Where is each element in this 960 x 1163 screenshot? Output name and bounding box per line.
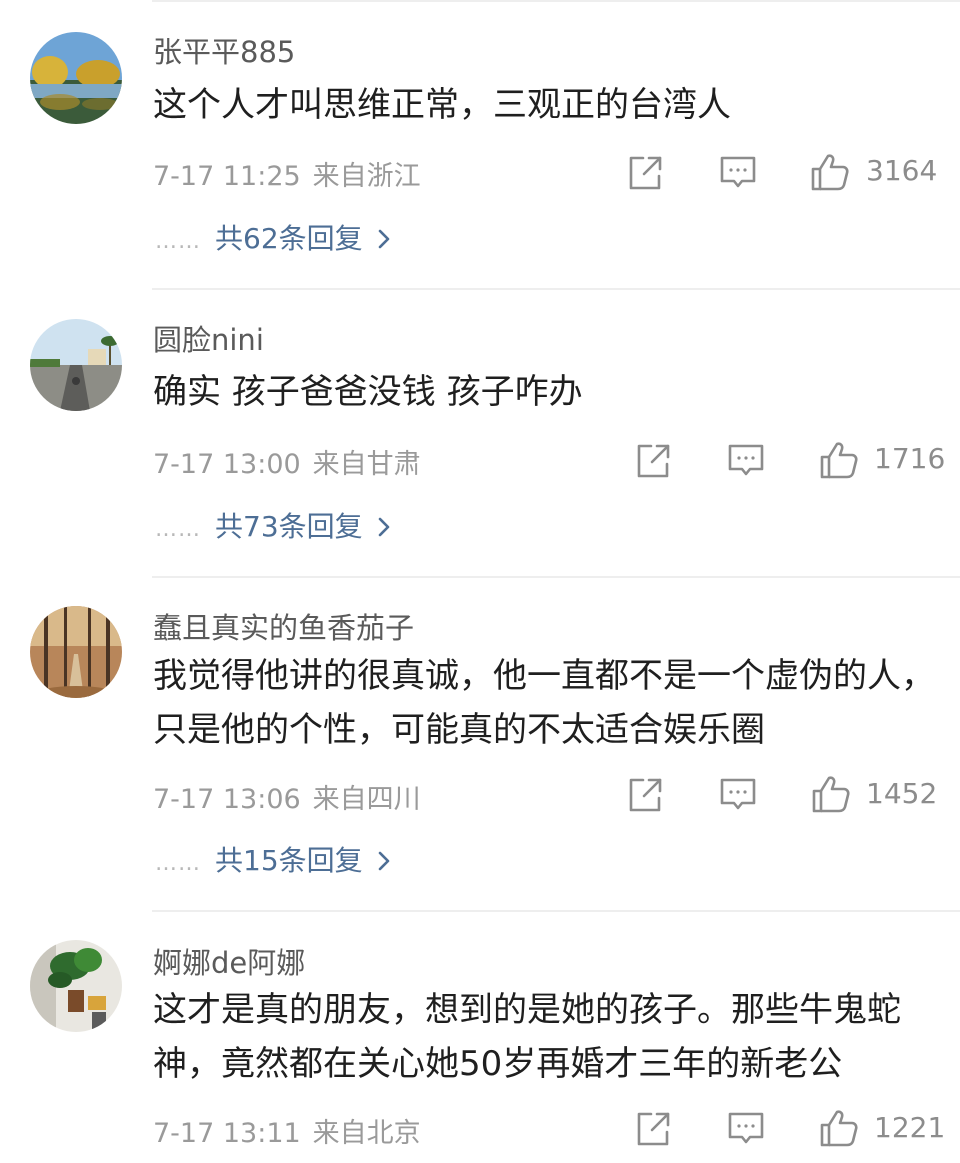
ellipsis: …… — [155, 229, 201, 254]
share-icon[interactable] — [625, 153, 665, 193]
username[interactable]: 蠢且真实的鱼香茄子 — [153, 605, 414, 647]
comment-meta: 7-17 13:11 来自北京 — [153, 1111, 421, 1150]
share-icon[interactable] — [633, 1109, 673, 1149]
replies-count-label: 共15条回复 — [215, 844, 363, 877]
comment-text: 这才是真的朋友，想到的是她的孩子。那些牛鬼蛇神，竟然都在关心她50岁再婚才三年的… — [153, 990, 901, 1084]
avatar[interactable] — [30, 319, 122, 411]
view-replies-link[interactable]: …… 共62条回复 — [155, 217, 391, 257]
username[interactable]: 圆脸nini — [153, 317, 264, 359]
like-count: 3164 — [866, 154, 938, 187]
avatar[interactable] — [30, 32, 122, 124]
comment-text: 我觉得他讲的很真诚，他一直都不是一个虚伪的人，只是他的个性，可能真的不太适合娱乐… — [153, 656, 935, 750]
comment-meta: 7-17 11:25 来自浙江 — [153, 154, 421, 193]
ellipsis: …… — [155, 517, 201, 542]
location: 来自北京 — [312, 1118, 421, 1149]
comment-item: 圆脸nini 确实 孩子爸爸没钱 孩子咋办 7-17 13:00 来自甘肃 171… — [0, 288, 960, 576]
ellipsis: …… — [155, 851, 201, 876]
thumbs-up-icon[interactable] — [819, 1108, 859, 1148]
comment-item: 张平平885 这个人才叫思维正常，三观正的台湾人 7-17 11:25 来自浙江 … — [0, 0, 960, 288]
comment-icon[interactable] — [726, 1109, 766, 1149]
thumbs-up-icon[interactable] — [810, 152, 850, 192]
timestamp: 7-17 11:25 — [153, 161, 301, 192]
avatar[interactable] — [30, 940, 122, 1032]
comment-icon[interactable] — [718, 775, 758, 815]
timestamp: 7-17 13:00 — [153, 449, 301, 480]
timestamp: 7-17 13:11 — [153, 1118, 301, 1149]
thumbs-up-icon[interactable] — [811, 774, 851, 814]
chevron-right-icon — [377, 846, 391, 879]
replies-count-label: 共73条回复 — [215, 510, 363, 543]
like-count: 1221 — [874, 1111, 946, 1144]
chevron-right-icon — [377, 512, 391, 545]
like-count: 1452 — [866, 777, 938, 810]
comment-item: 婀娜de阿娜 这才是真的朋友，想到的是她的孩子。那些牛鬼蛇神，竟然都在关心她50… — [0, 910, 960, 1163]
location: 来自四川 — [312, 784, 421, 815]
location: 来自甘肃 — [312, 449, 421, 480]
share-icon[interactable] — [633, 441, 673, 481]
comment-icon[interactable] — [718, 153, 758, 193]
view-replies-link[interactable]: …… 共15条回复 — [155, 839, 391, 879]
chevron-right-icon — [377, 224, 391, 257]
comment-text: 确实 孩子爸爸没钱 孩子咋办 — [153, 372, 583, 412]
location: 来自浙江 — [312, 161, 421, 192]
comment-meta: 7-17 13:06 来自四川 — [153, 777, 421, 816]
view-replies-link[interactable]: …… 共73条回复 — [155, 505, 391, 545]
like-count: 1716 — [874, 442, 946, 475]
username[interactable]: 张平平885 — [153, 29, 295, 71]
timestamp: 7-17 13:06 — [153, 784, 301, 815]
comment-icon[interactable] — [726, 441, 766, 481]
comment-text: 这个人才叫思维正常，三观正的台湾人 — [153, 85, 731, 125]
replies-count-label: 共62条回复 — [215, 222, 363, 255]
comment-meta: 7-17 13:00 来自甘肃 — [153, 442, 421, 481]
thumbs-up-icon[interactable] — [819, 440, 859, 480]
avatar[interactable] — [30, 606, 122, 698]
share-icon[interactable] — [625, 775, 665, 815]
comment-item: 蠢且真实的鱼香茄子 我觉得他讲的很真诚，他一直都不是一个虚伪的人，只是他的个性，… — [0, 576, 960, 910]
username[interactable]: 婀娜de阿娜 — [153, 940, 305, 982]
